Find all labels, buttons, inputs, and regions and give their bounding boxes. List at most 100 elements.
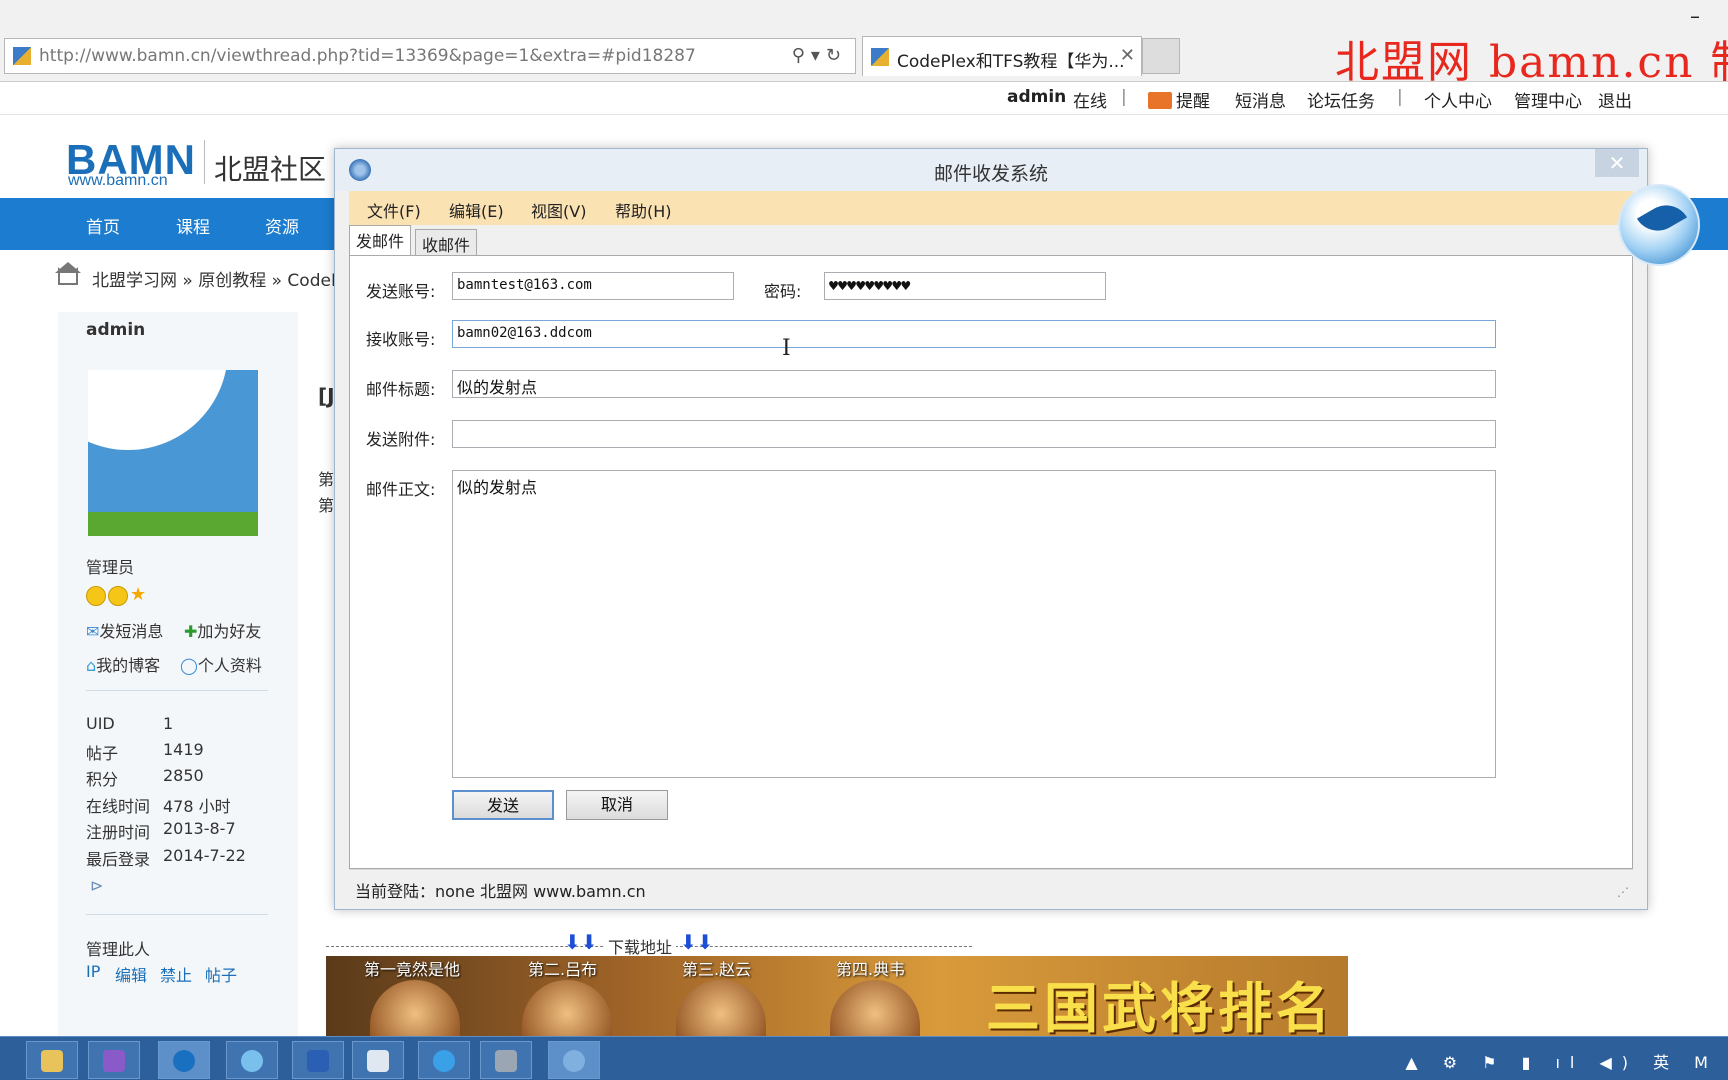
nav-resources[interactable]: 资源: [265, 213, 299, 238]
online-status: 在线: [1073, 92, 1107, 112]
add-friend-link[interactable]: ✚加为好友: [184, 618, 261, 642]
download-label[interactable]: 下载地址: [604, 934, 677, 958]
send-message-link[interactable]: ✉发短消息: [86, 618, 163, 642]
username-link[interactable]: admin: [1007, 87, 1066, 107]
divider: [86, 914, 268, 915]
avatar[interactable]: [88, 370, 258, 536]
avatar-shape: [88, 370, 228, 450]
window-icon: [367, 1050, 389, 1072]
stat-value: 2014-7-22: [163, 846, 246, 865]
star-icon: ★: [130, 584, 147, 605]
profile-link[interactable]: 个人中心: [1424, 87, 1492, 112]
receiver-label: 接收账号:: [366, 330, 436, 349]
hero-portrait: [522, 980, 612, 1036]
user-profile-link[interactable]: ◯个人资料: [180, 652, 262, 676]
tab-strip: 发邮件 收邮件: [349, 225, 1633, 255]
new-tab-button[interactable]: [1142, 38, 1180, 74]
network-icon: [241, 1050, 263, 1072]
logout-link[interactable]: 退出: [1598, 87, 1632, 112]
manage-ip-link[interactable]: IP: [86, 962, 100, 981]
home-icon-body: [58, 267, 78, 285]
taskbar-ie[interactable]: [418, 1041, 470, 1079]
stat-label: UID: [86, 714, 115, 733]
down-arrow-icon: ⬇⬇: [564, 930, 598, 954]
plus-icon: ✚: [184, 622, 198, 641]
address-url[interactable]: http://www.bamn.cn/viewthread.php?tid=13…: [39, 46, 696, 66]
body-textarea[interactable]: 似的发射点: [452, 470, 1496, 778]
menu-file[interactable]: 文件(F): [367, 198, 421, 222]
address-bar[interactable]: http://www.bamn.cn/viewthread.php?tid=13…: [4, 38, 856, 74]
taskbar-mail-app[interactable]: [548, 1041, 600, 1079]
avatar-shape: [88, 512, 258, 536]
mail-icon: [1148, 92, 1172, 109]
messages-link[interactable]: 短消息: [1235, 87, 1286, 112]
sender-label: 发送账号:: [366, 282, 436, 301]
taskbar-app-k[interactable]: [158, 1041, 210, 1079]
dialog-titlebar[interactable]: 邮件收发系统 ✕: [335, 149, 1647, 191]
mail-app-icon: [563, 1050, 585, 1072]
blog-link[interactable]: ⌂我的博客: [86, 652, 160, 676]
system-tray[interactable]: ▲ ⚙ ⚑ ▮ ıl ◀) 英 M: [1405, 1049, 1718, 1073]
remind-label[interactable]: 提醒: [1176, 92, 1210, 112]
send-button[interactable]: 发送: [452, 790, 554, 820]
nav-home[interactable]: 首页: [86, 213, 120, 238]
browser-tab[interactable]: CodePlex和TFS教程【华为... ✕: [862, 36, 1142, 76]
tab-favicon-icon: [871, 48, 889, 66]
visual-studio-icon: [103, 1050, 125, 1072]
taskbar-network[interactable]: [226, 1041, 278, 1079]
ie-icon: [433, 1050, 455, 1072]
manage-ban-link[interactable]: 禁止: [160, 962, 192, 986]
blog-label[interactable]: 我的博客: [96, 656, 160, 675]
subject-input[interactable]: 似的发射点: [452, 370, 1496, 398]
ad-banner[interactable]: 第一竟然是他 第二.吕布 第三.赵云 第四.典韦 三国武将排名: [326, 956, 1348, 1040]
manage-posts-link[interactable]: 帖子: [205, 962, 237, 986]
user-bar: admin 在线 | 提醒 短消息 论坛任务 | 个人中心 管理中心 退出: [0, 83, 1728, 115]
hero-portrait: [370, 980, 460, 1036]
receiver-input[interactable]: bamn02@163.ddcom: [452, 320, 1496, 348]
menu-view[interactable]: 视图(V): [531, 198, 586, 222]
menu-edit[interactable]: 编辑(E): [449, 198, 504, 222]
password-label: 密码:: [764, 282, 802, 301]
breadcrumb[interactable]: 北盟学习网 » 原创教程 » CodeP: [92, 266, 341, 291]
add-friend-label[interactable]: 加为好友: [197, 622, 261, 641]
close-button[interactable]: ✕: [1595, 149, 1639, 177]
resize-grip-icon[interactable]: ⋰: [1617, 885, 1629, 899]
attachment-input[interactable]: [452, 420, 1496, 448]
manage-edit-link[interactable]: 编辑: [115, 962, 147, 986]
mail-dialog: 邮件收发系统 ✕ 文件(F) 编辑(E) 视图(V) 帮助(H) 发邮件 收邮件…: [334, 148, 1648, 910]
stat-value: 1: [163, 714, 174, 733]
tasks-link[interactable]: 论坛任务: [1307, 87, 1375, 112]
taskbar-explorer[interactable]: [26, 1041, 78, 1079]
password-input[interactable]: ♥♥♥♥♥♥♥♥♥: [824, 272, 1106, 300]
taskbar-image-app[interactable]: [480, 1041, 532, 1079]
search-refresh-icons[interactable]: ⚲▾↻: [792, 45, 847, 66]
cancel-button[interactable]: 取消: [566, 790, 668, 820]
hero-caption: 第一竟然是他: [364, 960, 461, 979]
hero-caption: 第二.吕布: [528, 960, 598, 979]
user-profile-label[interactable]: 个人资料: [198, 656, 262, 675]
taskbar-window[interactable]: [352, 1041, 404, 1079]
taskbar-visual-studio[interactable]: [88, 1041, 140, 1079]
menu-bar: 文件(F) 编辑(E) 视图(V) 帮助(H): [349, 191, 1633, 225]
admin-center-link[interactable]: 管理中心: [1514, 87, 1582, 112]
nav-courses[interactable]: 课程: [176, 213, 210, 238]
video-watermark: 北盟网 bamn.cn 制: [1335, 37, 1728, 88]
taskbar-word[interactable]: [292, 1041, 344, 1079]
author-name[interactable]: admin: [86, 320, 145, 340]
tab-close-icon[interactable]: ✕: [1120, 45, 1135, 66]
stat-value: 2013-8-7: [163, 819, 236, 838]
site-favicon-icon: [13, 47, 31, 65]
minimize-icon[interactable]: –: [1690, 4, 1700, 28]
sender-input[interactable]: bamntest@163.com: [452, 272, 734, 300]
tab-title[interactable]: CodePlex和TFS教程【华为...: [897, 47, 1125, 72]
subject-label: 邮件标题:: [366, 380, 436, 399]
stat-label: 在线时间: [86, 797, 151, 816]
menu-help[interactable]: 帮助(H): [615, 198, 672, 222]
remind-link[interactable]: 提醒: [1148, 87, 1210, 112]
tab-send-mail[interactable]: 发邮件: [349, 225, 412, 255]
hero-portrait: [830, 980, 920, 1036]
signal-icon[interactable]: ⊳: [90, 876, 103, 895]
tab-receive-mail[interactable]: 收邮件: [415, 229, 478, 255]
envelope-icon: ✉: [86, 622, 100, 641]
send-message-label[interactable]: 发短消息: [99, 622, 163, 641]
